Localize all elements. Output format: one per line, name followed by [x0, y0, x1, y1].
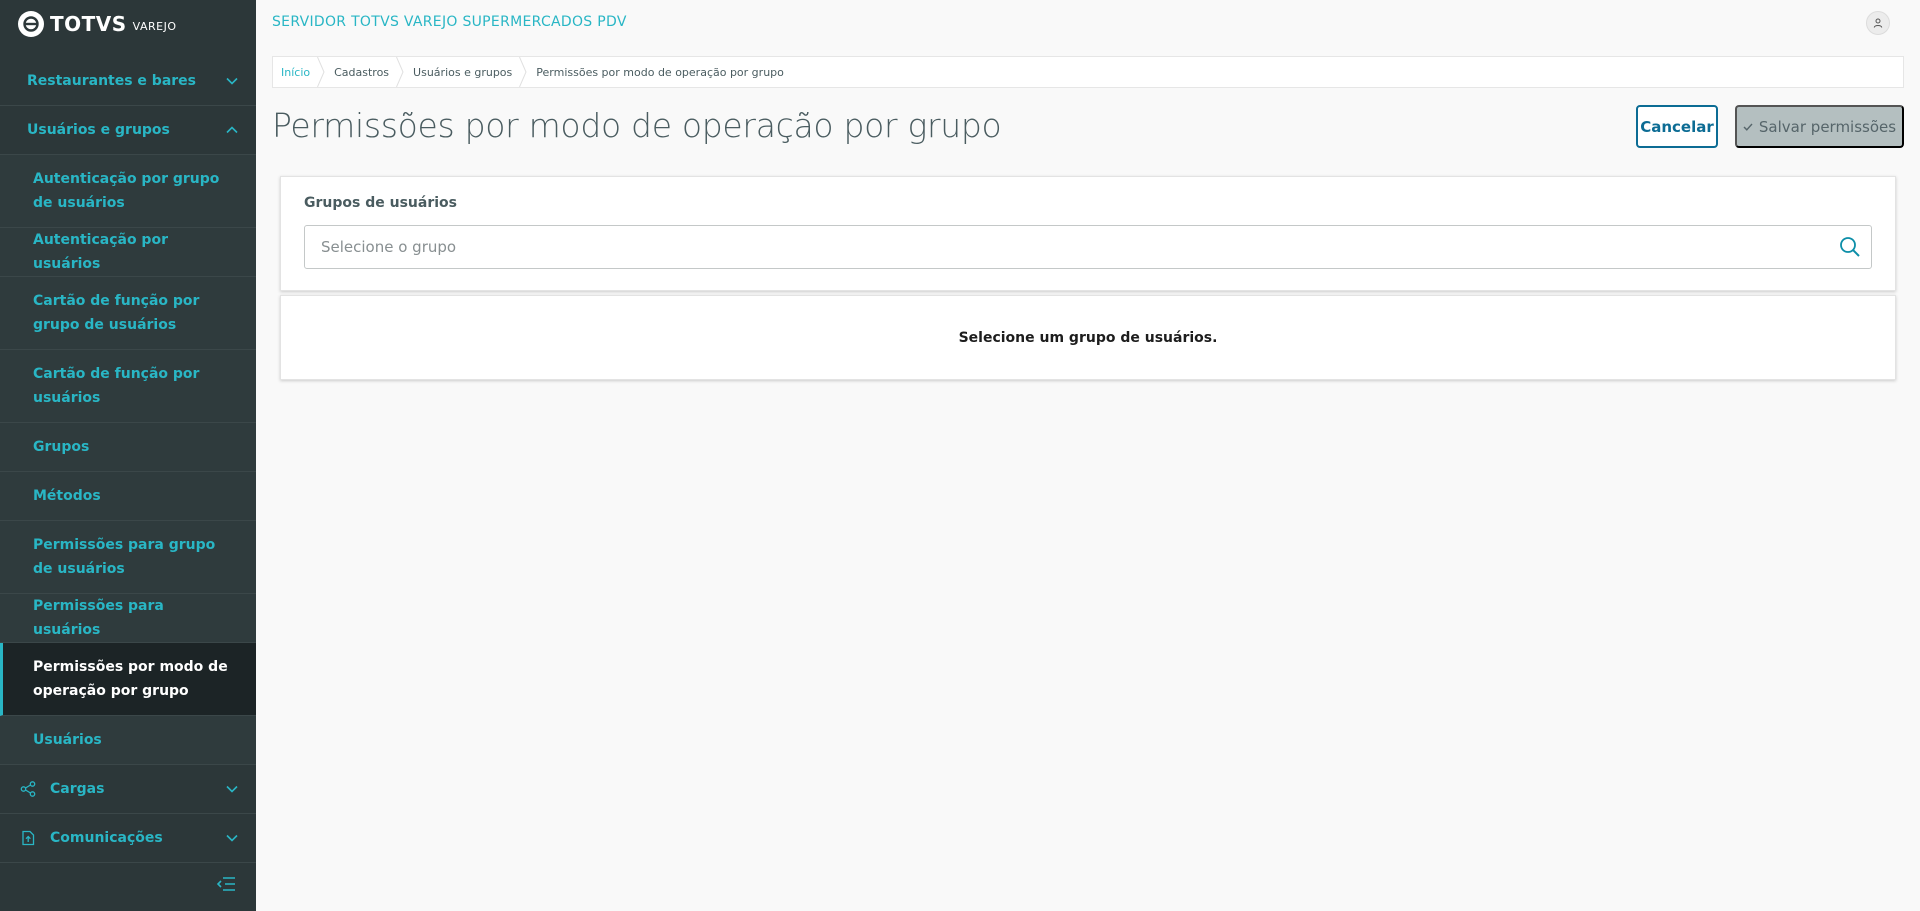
sidebar-item-metodos[interactable]: Métodos: [0, 472, 256, 521]
chevron-down-icon: [226, 834, 238, 842]
sidebar-item-comunicacoes[interactable]: Comunicações: [0, 814, 256, 863]
breadcrumb-item-usuarios-grupos: Usuários e grupos: [403, 57, 527, 87]
sidebar-item-usuarios-grupos[interactable]: Usuários e grupos: [0, 106, 256, 155]
sidebar-item-label: Permissões para grupo de usuários: [33, 537, 216, 577]
breadcrumb-label: Usuários e grupos: [413, 65, 513, 79]
breadcrumb-item-cadastros: Cadastros: [324, 57, 404, 87]
sidebar-item-restaurantes[interactable]: Restaurantes e bares: [0, 57, 256, 106]
sidebar-item-label: Métodos: [33, 488, 101, 504]
breadcrumb-label: Início: [281, 65, 311, 79]
sidebar-menu: Restaurantes e bares Usuários e grupos A…: [0, 57, 256, 863]
chevron-down-icon: [226, 77, 238, 85]
sidebar-item-permissoes-usuarios[interactable]: Permissões para usuários: [0, 594, 256, 643]
sidebar-item-permissoes-grupo[interactable]: Permissões para grupo de usuários: [0, 521, 256, 594]
sidebar-item-cartao-grupo[interactable]: Cartão de função por grupo de usuários: [0, 277, 256, 350]
brand-logo[interactable]: TOTVS VAREJO: [0, 0, 256, 48]
sidebar-item-permissoes-modo-operacao[interactable]: Permissões por modo de operação por grup…: [0, 643, 256, 716]
app-title: SERVIDOR TOTVS VAREJO SUPERMERCADOS PDV: [272, 14, 627, 30]
sidebar-item-autenticacao-grupo[interactable]: Autenticação por grupo de usuários: [0, 155, 256, 228]
breadcrumb: Início Cadastros Usuários e grupos Permi…: [272, 56, 1904, 88]
sidebar-item-label: Cartão de função por grupo de usuários: [33, 293, 200, 333]
sidebar-item-cargas[interactable]: Cargas: [0, 765, 256, 814]
sidebar-item-grupos[interactable]: Grupos: [0, 423, 256, 472]
breadcrumb-item-inicio[interactable]: Início: [273, 57, 325, 87]
user-icon: [1873, 18, 1883, 28]
sidebar-item-label: Usuários e grupos: [27, 122, 170, 138]
breadcrumb-item-current: Permissões por modo de operação por grup…: [526, 57, 798, 87]
sidebar-item-label: Grupos: [33, 439, 90, 455]
cancel-button[interactable]: Cancelar: [1636, 105, 1718, 148]
sidebar-item-label: Cargas: [50, 781, 105, 797]
search-icon[interactable]: [1839, 236, 1861, 262]
chevron-up-icon: [226, 126, 238, 134]
breadcrumb-label: Cadastros: [334, 65, 390, 79]
brand-name: TOTVS: [50, 12, 127, 36]
sidebar-item-label: Permissões para usuários: [33, 598, 164, 638]
totvs-logo-icon: [18, 11, 44, 37]
sidebar: TOTVS VAREJO Restaurantes e bares Usuári…: [0, 0, 256, 911]
share-icon: [20, 781, 36, 797]
empty-state-message: Selecione um grupo de usuários.: [958, 329, 1218, 346]
sidebar-item-label: Cartão de função por usuários: [33, 366, 200, 406]
brand-sub: VAREJO: [132, 19, 177, 33]
group-field-label: Grupos de usuários: [304, 195, 457, 211]
chevron-down-icon: [226, 785, 238, 793]
empty-state-card: Selecione um grupo de usuários.: [280, 295, 1896, 380]
sidebar-item-label: Usuários: [33, 732, 102, 748]
group-search-field: [304, 225, 1872, 269]
sidebar-item-usuarios[interactable]: Usuários: [0, 716, 256, 765]
page-title: Permissões por modo de operação por grup…: [272, 106, 1002, 145]
user-menu-button[interactable]: [1866, 11, 1890, 35]
collapse-menu-icon[interactable]: [216, 876, 236, 896]
group-select-card: Grupos de usuários: [280, 176, 1896, 291]
sidebar-item-cartao-usuarios[interactable]: Cartão de função por usuários: [0, 350, 256, 423]
sidebar-item-label: Autenticação por usuários: [33, 232, 168, 272]
upload-file-icon: [22, 830, 35, 846]
sidebar-item-label: Permissões por modo de operação por grup…: [33, 659, 228, 699]
sidebar-item-autenticacao-usuarios[interactable]: Autenticação por usuários: [0, 228, 256, 277]
sidebar-item-label: Autenticação por grupo de usuários: [33, 171, 220, 211]
breadcrumb-label: Permissões por modo de operação por grup…: [536, 65, 784, 79]
group-search-input[interactable]: [305, 226, 1871, 268]
save-button-label: Salvar permissões: [1758, 117, 1897, 136]
sidebar-item-label: Restaurantes e bares: [27, 73, 196, 89]
save-permissions-button[interactable]: Salvar permissões: [1735, 105, 1904, 148]
sidebar-item-label: Comunicações: [50, 830, 163, 846]
check-icon: [1743, 123, 1753, 131]
